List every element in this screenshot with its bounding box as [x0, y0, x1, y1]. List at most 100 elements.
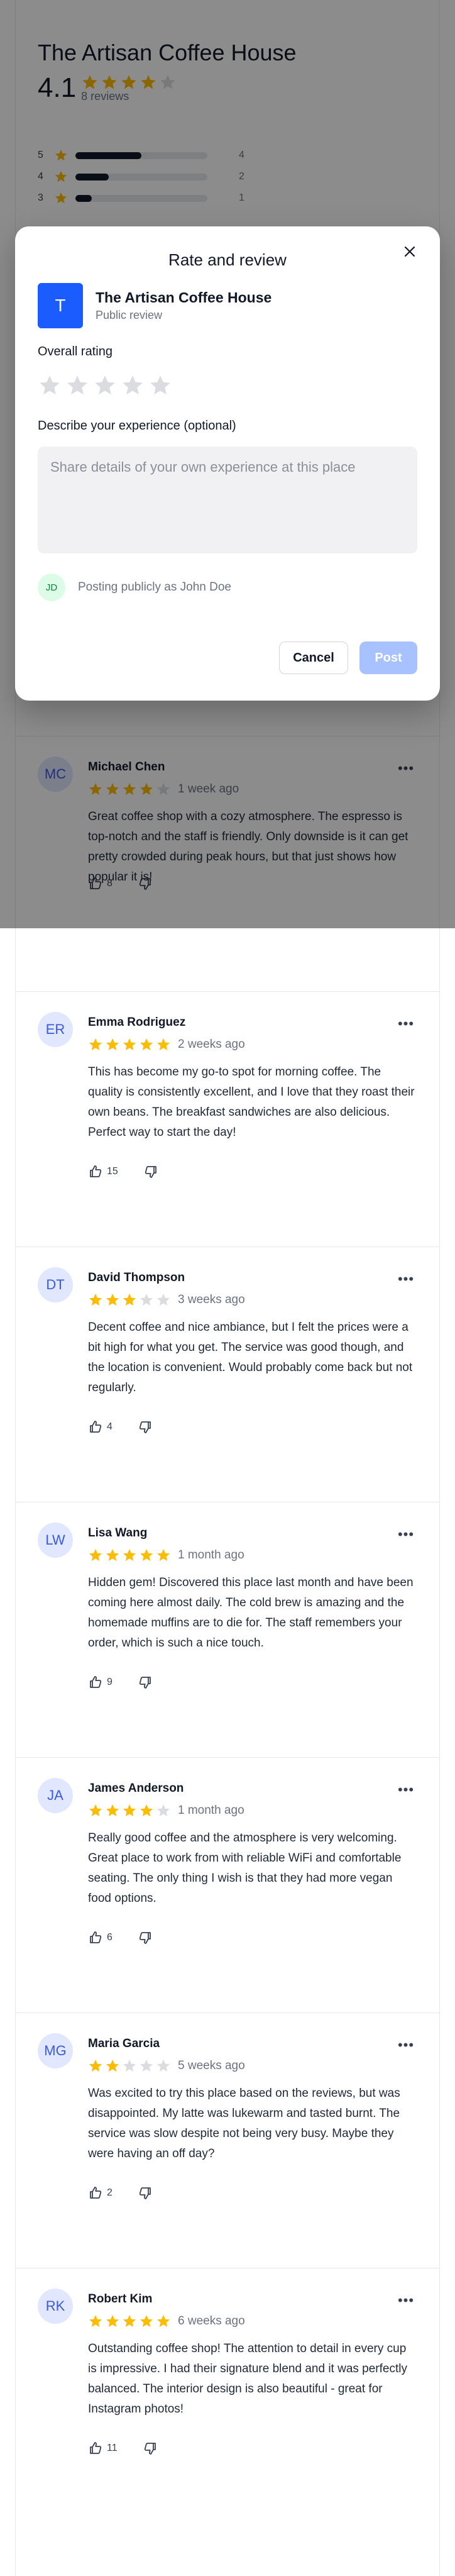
star-icon[interactable] [38, 374, 62, 397]
review-rating: 2 weeks ago [88, 1037, 245, 1052]
star-icon [139, 2314, 154, 2329]
avatar: MG [38, 2033, 73, 2068]
thumbs-down-icon [143, 2441, 162, 2456]
review-rating: 6 weeks ago [88, 2314, 245, 2329]
review-card: LW Lisa Wang ••• 1 month ago Hidden gem! Dis… [15, 1502, 440, 1757]
star-icon [156, 1037, 171, 1052]
avatar: ER [38, 1012, 73, 1047]
thumbs-down-icon [143, 1164, 162, 1179]
star-icon [139, 1292, 154, 1307]
user-avatar: JD [38, 574, 65, 601]
dialog-title: Rate and review [168, 250, 287, 269]
star-icon [105, 1292, 120, 1307]
review-rating: 1 month ago [88, 1548, 244, 1563]
like-button[interactable]: 9 [88, 1675, 112, 1690]
like-button[interactable]: 15 [88, 1164, 118, 1179]
place-name: The Artisan Coffee House [96, 289, 272, 306]
review-time: 6 weeks ago [178, 2314, 245, 2328]
review-text: Really good coffee and the atmosphere is… [88, 1831, 402, 1905]
place-info: T The Artisan Coffee House Public review [38, 283, 271, 328]
star-icon [88, 2058, 103, 2074]
star-icon[interactable] [121, 374, 145, 397]
star-icon[interactable] [93, 374, 117, 397]
post-button[interactable]: Post [359, 641, 417, 674]
like-count: 9 [107, 1677, 112, 1687]
thumbs-down-icon [138, 1419, 156, 1435]
star-icon [139, 1548, 154, 1563]
star-icon [105, 2058, 120, 2074]
star-icon [156, 1803, 171, 1818]
review-time: 1 month ago [178, 1548, 244, 1562]
thumbs-down-icon [138, 2185, 156, 2201]
review-time: 5 weeks ago [178, 2059, 245, 2072]
dislike-button[interactable] [143, 2441, 162, 2456]
avatar: RK [38, 2289, 73, 2324]
dislike-button[interactable] [138, 2185, 156, 2201]
avatar: DT [38, 1267, 73, 1302]
review-actions: 9 [88, 1675, 182, 1690]
star-icon [122, 1292, 137, 1307]
more-horizontal-icon[interactable]: ••• [395, 1014, 417, 1033]
describe-label: Describe your experience (optional) [38, 419, 236, 433]
more-horizontal-icon[interactable]: ••• [395, 1525, 417, 1544]
reviewer-name: David Thompson [88, 1271, 185, 1284]
avatar: JA [38, 1778, 73, 1813]
star-icon [156, 1292, 171, 1307]
review-content: MG Maria Garcia ••• 5 weeks ago Was excited … [38, 2033, 417, 2222]
review-text: This has become my go-to spot for mornin… [88, 1065, 415, 1139]
like-count: 4 [107, 1421, 112, 1432]
thumbs-up-icon [88, 2185, 107, 2201]
star-icon[interactable] [65, 374, 89, 397]
review-actions: 4 [88, 1419, 182, 1435]
star-icon[interactable] [148, 374, 172, 397]
review-actions: 15 [88, 1164, 187, 1179]
dislike-button[interactable] [143, 1164, 162, 1179]
dislike-button[interactable] [138, 1419, 156, 1435]
more-horizontal-icon[interactable]: ••• [395, 2036, 417, 2055]
thumbs-up-icon [88, 2441, 107, 2456]
review-card: MG Maria Garcia ••• 5 weeks ago Was excited … [15, 2012, 440, 2268]
close-icon[interactable] [397, 239, 422, 264]
review-actions: 11 [88, 2441, 187, 2456]
star-icon [139, 1803, 154, 1818]
review-actions: 6 [88, 1930, 182, 1945]
star-icon [156, 2058, 171, 2074]
review-rating: 1 month ago [88, 1803, 244, 1818]
posting-as: JD Posting publicly as John Doe [38, 574, 231, 601]
cancel-button[interactable]: Cancel [279, 641, 348, 674]
star-icon [122, 1803, 137, 1818]
more-horizontal-icon[interactable]: ••• [395, 2291, 417, 2310]
like-button[interactable]: 2 [88, 2185, 112, 2201]
reviewer-name: Maria Garcia [88, 2037, 160, 2050]
experience-textarea[interactable] [38, 447, 417, 553]
like-button[interactable]: 6 [88, 1930, 112, 1945]
dislike-button[interactable] [138, 1675, 156, 1690]
review-visibility: Public review [96, 309, 163, 321]
star-icon [105, 1548, 120, 1563]
more-horizontal-icon[interactable]: ••• [395, 1780, 417, 1799]
dislike-button[interactable] [138, 1930, 156, 1945]
star-icon [156, 1548, 171, 1563]
star-icon [105, 2314, 120, 2329]
thumbs-up-icon [88, 1419, 107, 1435]
thumbs-down-icon [138, 1930, 156, 1945]
star-icon [88, 1548, 103, 1563]
star-icon [139, 1037, 154, 1052]
reviewer-name: Robert Kim [88, 2292, 153, 2306]
thumbs-up-icon [88, 1930, 107, 1945]
reviewer-name: James Anderson [88, 1782, 184, 1795]
thumbs-up-icon [88, 1675, 107, 1690]
like-count: 15 [107, 1166, 118, 1177]
star-icon [122, 1548, 137, 1563]
like-button[interactable]: 11 [88, 2441, 118, 2456]
more-horizontal-icon[interactable]: ••• [395, 1270, 417, 1289]
review-actions: 2 [88, 2185, 182, 2201]
overall-rating-label: Overall rating [38, 345, 112, 358]
like-button[interactable]: 4 [88, 1419, 112, 1435]
thumbs-down-icon [138, 1675, 156, 1690]
star-icon [88, 1037, 103, 1052]
review-text: Decent coffee and nice ambiance, but I f… [88, 1321, 413, 1394]
place-logo: T [38, 283, 83, 328]
star-icon [122, 1037, 137, 1052]
thumbs-up-icon [88, 1164, 107, 1179]
